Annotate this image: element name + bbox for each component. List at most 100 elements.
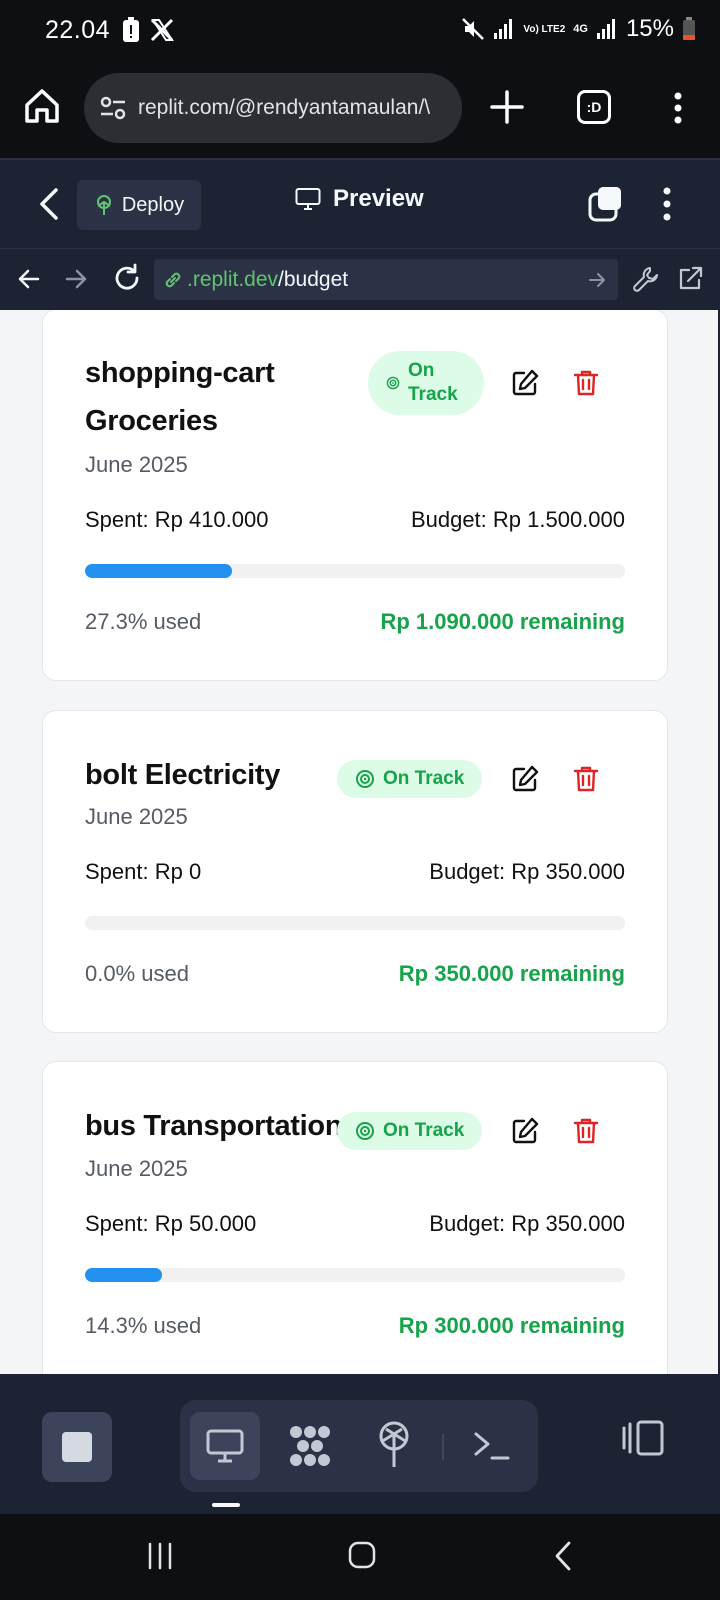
webview-toolbar: .replit.dev/budget [0,248,720,310]
link-icon [165,272,181,287]
tab-switcher-label: :D [586,99,602,115]
edit-icon[interactable] [510,368,540,398]
deployments-icon[interactable] [372,1420,416,1470]
battery-icon [683,17,695,40]
status-notification-icons [122,17,174,43]
browser-menu-icon[interactable] [664,90,692,126]
tab-switcher-button[interactable]: :D [577,90,611,124]
trash-icon[interactable] [571,368,601,398]
budget-remaining: Rp 350.000 remaining [398,961,625,986]
volte-label: Vo) LTE2 [523,24,565,35]
reload-icon[interactable] [112,263,142,293]
deploy-icon [96,195,111,215]
status-right-icons: Vo) LTE2 4G 15% [461,15,696,43]
browser-url-bar[interactable]: replit.com/@rendyantamaulan/\ [84,73,462,143]
target-icon [356,1122,374,1140]
status-badge: On Track [337,760,483,798]
budget-amount: Budget: Rp 350.000 [429,1211,625,1236]
replit-bottom-toolbar [0,1374,720,1514]
site-settings-icon[interactable] [98,93,128,123]
network-label: 4G [573,23,588,35]
budget-card: bolt Electricity On Track June 2025 Spen… [42,710,668,1033]
budget-amount: Budget: Rp 350.000 [429,859,625,884]
budget-list[interactable]: shopping-cart Groceries On Track June 20… [0,310,720,1374]
chevron-left-icon[interactable] [36,186,62,222]
more-options-icon[interactable] [655,186,679,222]
webview-url-host: .replit.dev [187,267,279,291]
budget-title: shopping-cart Groceries [85,349,355,445]
trash-icon[interactable] [571,764,601,794]
budget-progress-bar [85,916,625,930]
status-time: 22.04 [45,16,111,44]
signal-2-icon [596,19,615,39]
status-badge-label: On Track [408,360,458,405]
tool-preview-button[interactable] [190,1412,260,1480]
target-icon [386,376,400,390]
arrow-right-icon[interactable] [63,266,89,292]
replit-header: Deploy Preview [0,158,720,248]
trash-icon[interactable] [571,1116,601,1146]
status-badge-label: On Track [383,1120,465,1141]
tool-divider [442,1434,444,1460]
android-nav-bar [0,1514,720,1600]
signal-icon [494,19,513,39]
deploy-button[interactable]: Deploy [77,180,201,230]
status-badge-label: On Track [383,768,465,789]
battery-percent: 15% [625,15,674,42]
preview-label: Preview [333,185,424,212]
budget-used-percent: 0.0% used [85,961,189,986]
shell-icon[interactable] [472,1428,512,1464]
mute-icon [462,18,485,40]
arrow-left-icon[interactable] [16,266,42,292]
edit-icon[interactable] [510,1116,540,1146]
alert-notification-icon [123,17,139,42]
edit-icon[interactable] [510,764,540,794]
budget-category: Groceries [85,405,218,437]
x-app-icon [150,18,174,42]
agent-icon[interactable] [286,1422,334,1470]
webview-url-bar[interactable]: .replit.dev/budget [154,259,618,300]
budget-spent: Spent: Rp 50.000 [85,1211,257,1236]
wrench-icon[interactable] [632,265,660,293]
active-tool-indicator [212,1503,240,1507]
monitor-icon [206,1429,244,1463]
budget-amount: Budget: Rp 1.500.000 [410,507,625,532]
network-text: 4G [573,23,588,35]
deploy-label: Deploy [121,193,185,216]
webview-url-path: /budget [278,267,349,291]
budget-card: shopping-cart Groceries On Track June 20… [42,310,668,681]
monitor-icon [295,188,321,210]
budget-progress-fill [85,1268,163,1282]
budget-progress-bar [85,1268,625,1282]
budget-spent: Spent: Rp 410.000 [85,507,269,532]
panel-toggle-icon[interactable] [620,1418,666,1458]
preview-tab-title: Preview [295,185,424,213]
budget-used-percent: 14.3% used [85,1313,202,1338]
budget-progress-fill [85,564,233,578]
target-icon [356,770,374,788]
budget-title: bolt Electricity [85,759,281,791]
stop-button[interactable] [42,1412,112,1482]
windows-icon[interactable] [586,184,626,224]
browser-url-text: replit.com/@rendyantamaulan/\ [138,96,431,119]
recents-icon[interactable] [146,1542,174,1570]
status-badge: On Track [368,351,484,415]
budget-icon-word: shopping-cart [85,357,275,389]
home-icon[interactable] [22,86,62,126]
browser-toolbar: replit.com/@rendyantamaulan/\ :D [0,62,720,158]
back-nav-icon[interactable] [553,1540,573,1572]
stop-icon [62,1432,92,1462]
status-bar: 22.04 Vo) LTE2 4G 15% [0,0,720,62]
external-link-icon[interactable] [676,265,704,293]
new-tab-icon[interactable] [488,88,526,126]
budget-card: bus Transportation On Track June 2025 Sp… [42,1061,668,1374]
home-nav-icon[interactable] [347,1540,377,1570]
go-arrow-icon[interactable] [588,271,606,289]
budget-remaining: Rp 300.000 remaining [398,1313,625,1338]
tool-switcher [180,1400,538,1492]
budget-title: bus Transportation [85,1110,343,1142]
budget-used-percent: 27.3% used [85,609,202,634]
budget-period: June 2025 [85,804,188,829]
budget-period: June 2025 [85,1156,188,1181]
volte-text: Vo) LTE2 [523,23,566,35]
